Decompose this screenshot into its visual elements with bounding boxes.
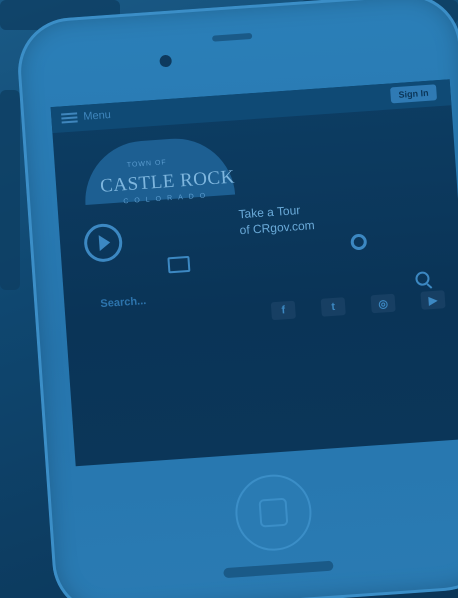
front-camera [159,54,173,68]
menu-label: Menu [82,109,112,123]
tour-text[interactable]: Take a Tour of CRgov.com [238,201,315,238]
home-button[interactable] [232,472,314,554]
gear-icon[interactable] [350,233,368,251]
phone-screen: Menu Sign In TOWN OF CASTLE ROCK COLORAD… [50,79,458,467]
keyboard-edge [0,90,20,290]
search-label: Search... [100,294,147,311]
speaker-grille [212,32,253,42]
play-tour-button[interactable] [82,222,124,264]
photo-background: Menu Sign In TOWN OF CASTLE ROCK COLORAD… [0,0,458,598]
youtube-icon[interactable]: ▶ [420,290,446,310]
instagram-icon[interactable]: ◎ [370,293,396,314]
menu-button[interactable]: Menu [61,109,111,124]
share-icon[interactable] [167,255,191,274]
smartphone: Menu Sign In TOWN OF CASTLE ROCK COLORAD… [14,0,458,598]
castle-rock-logo: TOWN OF CASTLE ROCK COLORADO [73,134,247,216]
twitter-icon[interactable]: t [320,297,346,317]
app-header: Menu Sign In [50,79,452,134]
charging-port [223,560,334,579]
facebook-icon[interactable]: f [270,300,296,321]
sign-in-button[interactable]: Sign In [390,84,438,104]
hamburger-icon [61,112,78,124]
search-icon[interactable] [415,271,430,287]
